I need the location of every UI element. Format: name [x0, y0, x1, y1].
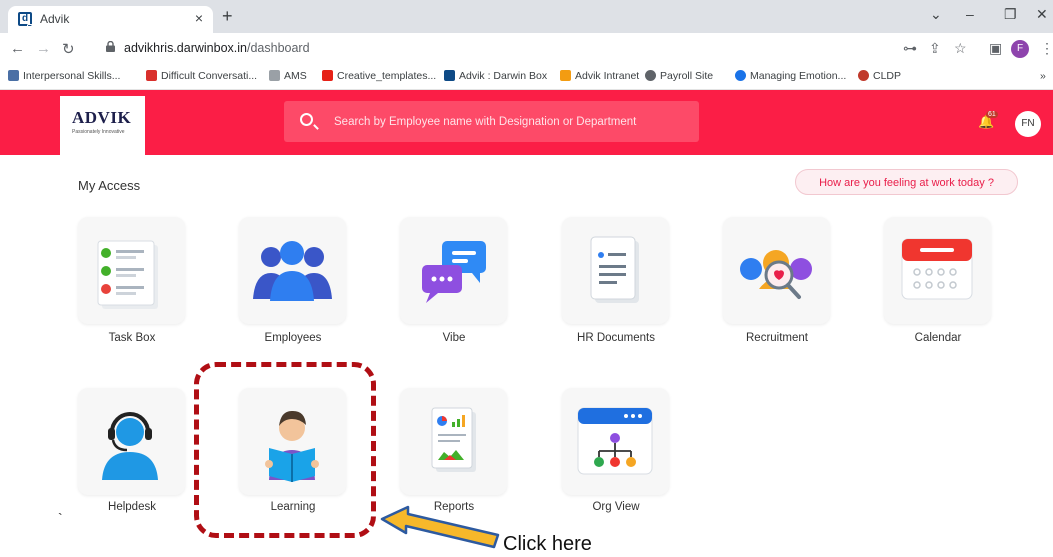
share-icon[interactable]: ⇪	[929, 40, 941, 57]
recruitment-search-icon	[740, 250, 812, 299]
address-bar[interactable]: advikhris.darwinbox.in/dashboard	[102, 38, 882, 60]
logo-tagline: Passionately Innovative	[72, 129, 125, 135]
tile-recruitment[interactable]	[723, 217, 830, 324]
pointer-arrow-icon	[380, 505, 500, 549]
tile-label: Helpdesk	[108, 501, 156, 513]
tile-employees[interactable]	[239, 217, 346, 324]
tile-helpdesk[interactable]	[78, 388, 185, 495]
bookmark-favicon-icon	[560, 70, 571, 81]
task-list-icon	[97, 240, 158, 309]
employee-search-box[interactable]	[284, 101, 699, 142]
document-icon	[590, 236, 639, 303]
stray-mark: `	[58, 510, 63, 526]
mood-prompt-button[interactable]: How are you feeling at work today ?	[795, 169, 1018, 195]
url-path: /dashboard	[246, 41, 310, 55]
highlight-dashed-box	[194, 362, 376, 538]
more-bookmarks-icon[interactable]: »	[1040, 70, 1046, 82]
key-icon[interactable]: ⊶	[903, 40, 917, 57]
search-icon	[300, 113, 313, 126]
bookmark-favicon-icon	[269, 70, 280, 81]
bookmark-item[interactable]: AMS	[269, 70, 307, 82]
tile-task-box[interactable]	[78, 217, 185, 324]
tab-search-chevron-icon[interactable]: ⌄	[930, 6, 942, 23]
bookmark-item[interactable]: Difficult Conversati...	[146, 70, 257, 82]
tab-title: Advik	[40, 12, 70, 26]
menu-dots-icon[interactable]: ⋮	[1040, 40, 1053, 57]
apps-grid-icon[interactable]	[27, 24, 41, 38]
tile-org-view[interactable]	[562, 388, 669, 495]
bookmark-favicon-icon	[735, 70, 746, 81]
click-here-callout: Click here	[503, 533, 592, 555]
forward-icon[interactable]: →	[36, 40, 51, 57]
page-title: My Access	[78, 178, 141, 193]
bookmark-item[interactable]: Creative_templates...	[322, 70, 436, 82]
side-panel-icon[interactable]: ▣	[989, 40, 1002, 57]
search-input[interactable]	[332, 111, 686, 133]
tile-label: Employees	[264, 332, 322, 344]
restore-window-icon[interactable]: ❐	[1004, 6, 1017, 23]
youtube-icon	[322, 70, 333, 81]
headset-person-icon	[102, 412, 158, 480]
tile-label: Org View	[592, 501, 640, 513]
minimize-window-icon[interactable]: –	[966, 6, 974, 22]
bookmark-item[interactable]: Advik Intranet	[560, 70, 639, 82]
tile-hr-documents[interactable]	[562, 217, 669, 324]
logo-text: ADVIK	[72, 108, 132, 127]
tile-label: Vibe	[442, 332, 466, 344]
tile-vibe[interactable]	[400, 217, 507, 324]
globe-icon	[645, 70, 656, 81]
bookmark-item[interactable]: Interpersonal Skills...	[8, 70, 120, 82]
bookmark-favicon-icon	[858, 70, 869, 81]
bookmark-favicon-icon	[146, 70, 157, 81]
tile-label: Task Box	[108, 332, 156, 344]
bookmark-item[interactable]: Payroll Site	[645, 70, 713, 82]
bookmark-item[interactable]: Advik : Darwin Box	[444, 70, 547, 82]
bookmark-star-icon[interactable]: ☆	[954, 40, 967, 57]
org-chart-icon	[577, 407, 653, 475]
bookmark-item[interactable]: CLDP	[858, 70, 901, 82]
profile-avatar[interactable]: F	[1011, 40, 1029, 58]
calendar-icon	[901, 238, 973, 300]
browser-toolbar: ← → ↻ advikhris.darwinbox.in/dashboard ⊶…	[0, 33, 1053, 65]
user-avatar[interactable]: FN	[1015, 111, 1041, 137]
new-tab-icon[interactable]: +	[222, 6, 233, 27]
back-icon[interactable]: ←	[10, 40, 25, 57]
tile-label: HR Documents	[577, 332, 655, 344]
notification-count-badge: 61	[986, 111, 998, 118]
url-text: advikhris.darwinbox.in/dashboard	[124, 41, 310, 55]
bookmarks-bar: Interpersonal Skills... Difficult Conver…	[0, 65, 1053, 90]
report-charts-icon	[431, 407, 476, 472]
bookmark-item[interactable]: Managing Emotion...	[735, 70, 846, 82]
browser-tab-strip: d Advik × + ⌄ – ❐ ✕	[0, 0, 1053, 33]
url-host: advikhris.darwinbox.in	[124, 41, 247, 55]
darwinbox-favicon-icon	[444, 70, 455, 81]
close-window-icon[interactable]: ✕	[1036, 6, 1048, 23]
lock-icon	[106, 41, 115, 52]
tile-reports[interactable]	[400, 388, 507, 495]
tile-label: Calendar	[914, 332, 962, 344]
close-tab-icon[interactable]: ×	[195, 10, 203, 26]
tile-label: Recruitment	[746, 332, 808, 344]
reload-icon[interactable]: ↻	[62, 40, 75, 58]
bookmark-favicon-icon	[8, 70, 19, 81]
chat-bubbles-icon	[422, 241, 486, 303]
tile-calendar[interactable]	[884, 217, 991, 324]
employees-group-icon	[253, 241, 332, 301]
